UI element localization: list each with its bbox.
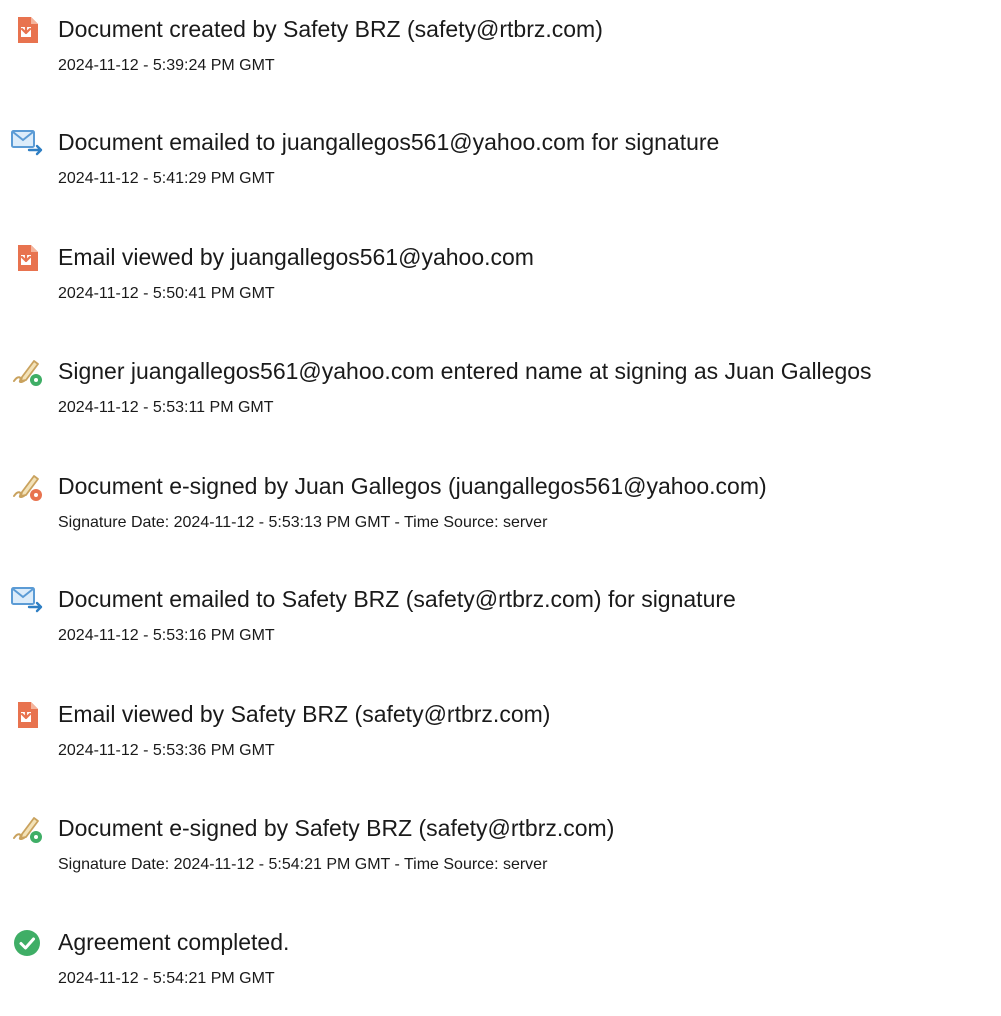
event-title: Agreement completed. — [58, 929, 290, 955]
e-signature-icon — [10, 812, 44, 846]
document-emailed-icon — [10, 126, 44, 160]
document-viewed-icon — [10, 241, 44, 275]
event-signature-date: Signature Date: 2024-11-12 - 5:53:13 PM … — [58, 514, 548, 531]
audit-event: Agreement completed. 2024-11-12 - 5:54:2… — [0, 926, 1001, 1016]
document-created-icon — [10, 13, 44, 47]
event-title: Document emailed to Safety BRZ (safety@r… — [58, 586, 736, 612]
document-viewed-icon — [10, 698, 44, 732]
event-signature-date: Signature Date: 2024-11-12 - 5:54:21 PM … — [58, 856, 548, 873]
event-timestamp: 2024-11-12 - 5:53:11 PM GMT — [58, 399, 274, 416]
event-title: Document e-signed by Juan Gallegos (juan… — [58, 473, 767, 499]
audit-event: Signer juangallegos561@yahoo.com entered… — [0, 355, 1001, 445]
event-timestamp: 2024-11-12 - 5:54:21 PM GMT — [58, 970, 275, 987]
audit-event: Email viewed by juangallegos561@yahoo.co… — [0, 241, 1001, 331]
audit-event: Document emailed to juangallegos561@yaho… — [0, 126, 1001, 216]
event-timestamp: 2024-11-12 - 5:50:41 PM GMT — [58, 285, 275, 302]
audit-event: Document e-signed by Juan Gallegos (juan… — [0, 470, 1001, 560]
event-title: Signer juangallegos561@yahoo.com entered… — [58, 358, 872, 384]
audit-event: Document created by Safety BRZ (safety@r… — [0, 13, 1001, 103]
e-signature-icon — [10, 470, 44, 504]
event-title: Email viewed by Safety BRZ (safety@rtbrz… — [58, 701, 551, 727]
audit-event: Document emailed to Safety BRZ (safety@r… — [0, 583, 1001, 673]
e-signature-icon — [10, 355, 44, 389]
event-title: Email viewed by juangallegos561@yahoo.co… — [58, 244, 534, 270]
event-timestamp: 2024-11-12 - 5:41:29 PM GMT — [58, 170, 275, 187]
audit-trail-list: Document created by Safety BRZ (safety@r… — [0, 0, 1001, 996]
event-title: Document emailed to juangallegos561@yaho… — [58, 129, 720, 155]
event-title: Document created by Safety BRZ (safety@r… — [58, 16, 603, 42]
document-emailed-icon — [10, 583, 44, 617]
audit-event: Document e-signed by Safety BRZ (safety@… — [0, 812, 1001, 902]
event-timestamp: 2024-11-12 - 5:53:16 PM GMT — [58, 627, 275, 644]
event-title: Document e-signed by Safety BRZ (safety@… — [58, 815, 615, 841]
audit-event: Email viewed by Safety BRZ (safety@rtbrz… — [0, 698, 1001, 788]
event-timestamp: 2024-11-12 - 5:39:24 PM GMT — [58, 57, 275, 74]
agreement-completed-icon — [10, 926, 44, 960]
event-timestamp: 2024-11-12 - 5:53:36 PM GMT — [58, 742, 275, 759]
